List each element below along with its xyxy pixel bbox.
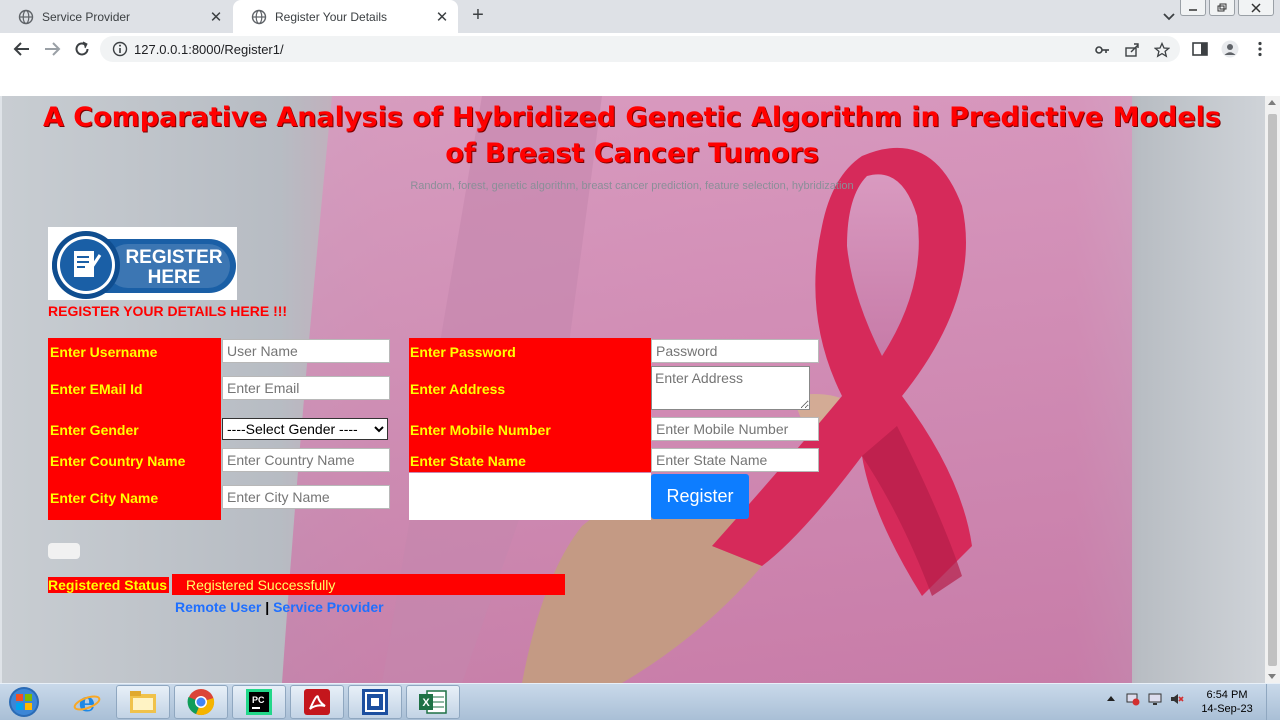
volume-muted-icon[interactable] xyxy=(1170,692,1184,706)
chevron-down-icon[interactable] xyxy=(1160,7,1178,25)
gender-select[interactable]: ----Select Gender ---- xyxy=(222,418,388,440)
window-close-icon[interactable] xyxy=(1238,0,1274,16)
email-input[interactable] xyxy=(222,376,390,400)
country-label: Enter Country Name xyxy=(50,453,186,469)
tray-up-arrow-icon[interactable] xyxy=(1104,692,1118,706)
url-text: 127.0.0.1:8000/Register1/ xyxy=(134,42,284,57)
menu-dots-icon[interactable] xyxy=(1251,40,1269,58)
side-panel-icon[interactable] xyxy=(1191,40,1209,58)
username-label: Enter Username xyxy=(50,344,158,360)
tab-register-your-details[interactable]: Register Your Details ✕ xyxy=(233,0,458,33)
country-input[interactable] xyxy=(222,448,390,472)
mobile-input[interactable] xyxy=(651,417,819,441)
page-title: A Comparative Analysis of Hybridized Gen… xyxy=(42,102,1222,169)
windows-start-icon[interactable] xyxy=(6,686,42,718)
logo-line-1: REGISTER xyxy=(125,247,222,268)
svg-text:e: e xyxy=(79,688,96,716)
address-label: Enter Address xyxy=(410,381,506,397)
excel-icon[interactable]: X xyxy=(406,685,460,719)
internet-explorer-icon[interactable]: e xyxy=(60,685,114,719)
forward-arrow-icon[interactable] xyxy=(42,39,62,59)
city-label: Enter City Name xyxy=(50,490,159,506)
scroll-down-arrow-icon[interactable] xyxy=(1268,674,1276,679)
key-icon[interactable] xyxy=(1094,42,1110,58)
show-desktop-button[interactable] xyxy=(1266,684,1280,720)
password-input[interactable] xyxy=(651,339,819,363)
star-icon[interactable] xyxy=(1154,42,1170,58)
svg-text:X: X xyxy=(422,697,430,709)
close-icon[interactable]: ✕ xyxy=(432,8,452,26)
file-explorer-icon[interactable] xyxy=(116,685,170,719)
restore-icon[interactable] xyxy=(1209,0,1235,16)
scroll-thumb[interactable] xyxy=(1268,114,1277,666)
info-icon[interactable] xyxy=(112,41,128,57)
scroll-up-arrow-icon[interactable] xyxy=(1268,100,1276,105)
status-value: Registered Successfully xyxy=(186,577,336,593)
close-icon[interactable]: ✕ xyxy=(206,8,226,26)
empty-form-cell xyxy=(409,473,651,520)
email-label: Enter EMail Id xyxy=(50,381,143,397)
globe-icon xyxy=(251,9,267,24)
register-button[interactable]: Register xyxy=(651,474,749,519)
back-arrow-icon[interactable] xyxy=(12,39,32,59)
clock-time: 6:54 PM xyxy=(1206,689,1248,701)
register-here-logo: REGISTER HERE xyxy=(48,227,237,300)
chrome-icon[interactable] xyxy=(174,685,228,719)
window-controls xyxy=(1180,0,1274,16)
browser-toolbar: 127.0.0.1:8000/Register1/ xyxy=(0,33,1280,65)
blank-button[interactable] xyxy=(48,543,80,559)
new-tab-button[interactable]: + xyxy=(467,4,489,27)
monitor-icon[interactable] xyxy=(1148,692,1162,706)
tab-service-provider[interactable]: Service Provider ✕ xyxy=(0,0,232,33)
clock-date: 14-Sep-23 xyxy=(1201,703,1253,715)
register-heading: REGISTER YOUR DETAILS HERE !!! xyxy=(48,303,288,319)
pycharm-icon[interactable]: PC xyxy=(232,685,286,719)
page-viewport: A Comparative Analysis of Hybridized Gen… xyxy=(2,96,1265,683)
page-scrollbar[interactable] xyxy=(1265,96,1280,683)
minimize-icon[interactable] xyxy=(1180,0,1206,16)
globe-icon xyxy=(18,9,34,24)
address-textarea[interactable] xyxy=(651,366,810,410)
remote-desktop-icon[interactable] xyxy=(348,685,402,719)
state-input[interactable] xyxy=(651,448,819,472)
logo-line-2: HERE xyxy=(148,267,201,288)
acrobat-icon[interactable] xyxy=(290,685,344,719)
share-icon[interactable] xyxy=(1124,42,1140,58)
username-input[interactable] xyxy=(222,339,390,363)
link-separator: | xyxy=(265,599,270,615)
bookmark-area xyxy=(0,65,1280,96)
password-label: Enter Password xyxy=(410,344,516,360)
gender-label: Enter Gender xyxy=(50,422,139,438)
tab-strip: Service Provider ✕ Register Your Details… xyxy=(0,0,1280,33)
page-keywords: Random, forest, genetic algorithm, breas… xyxy=(410,180,854,192)
nav-links: Remote User | Service Provider xyxy=(175,599,384,615)
reload-icon[interactable] xyxy=(72,39,92,59)
windows-taskbar: e PC X 6:54 PM 14-Sep-23 xyxy=(0,683,1280,720)
taskbar-clock[interactable]: 6:54 PM 14-Sep-23 xyxy=(1196,688,1258,716)
mobile-label: Enter Mobile Number xyxy=(410,422,551,438)
address-bar[interactable]: 127.0.0.1:8000/Register1/ xyxy=(100,36,1180,62)
profile-avatar-icon[interactable] xyxy=(1221,40,1239,58)
state-label: Enter State Name xyxy=(410,453,526,469)
remote-user-link[interactable]: Remote User xyxy=(175,599,261,615)
system-tray xyxy=(1104,692,1184,706)
network-error-icon[interactable] xyxy=(1126,692,1140,706)
tab-label: Service Provider xyxy=(42,9,131,24)
status-label: Registered Status xyxy=(48,577,170,593)
svg-text:PC: PC xyxy=(252,695,265,705)
city-input[interactable] xyxy=(222,485,390,509)
service-provider-link[interactable]: Service Provider xyxy=(273,599,384,615)
tab-label: Register Your Details xyxy=(275,9,388,24)
